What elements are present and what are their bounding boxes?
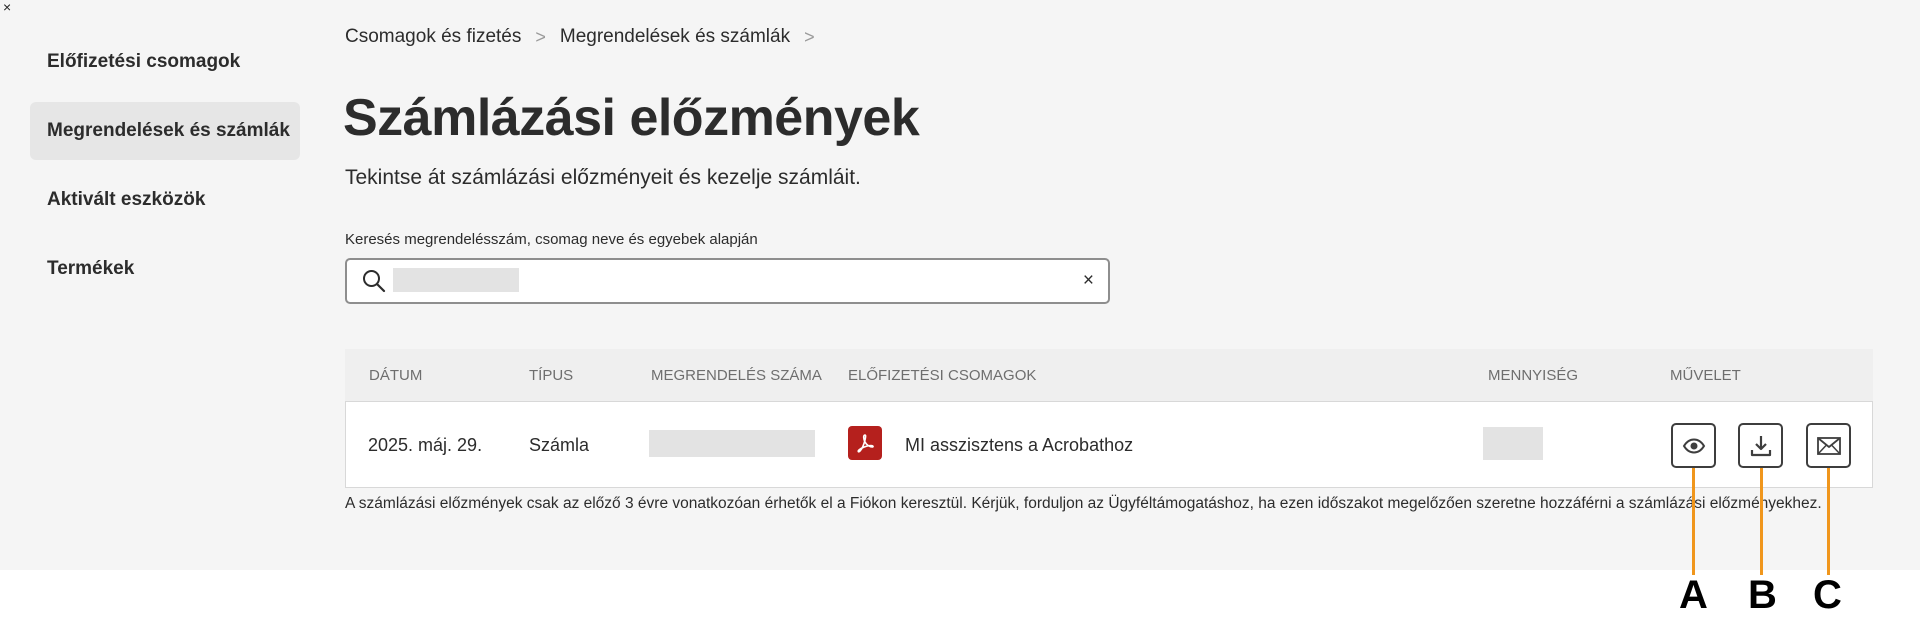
breadcrumb-link-plans-payment[interactable]: Csomagok és fizetés — [345, 26, 521, 48]
breadcrumb-link-orders-invoices[interactable]: Megrendelések és számlák — [560, 26, 790, 48]
callout-label-c: C — [1813, 573, 1842, 617]
download-invoice-button[interactable] — [1738, 423, 1783, 468]
sidebar-item-products[interactable]: Termékek — [30, 240, 300, 298]
callout-label-b: B — [1748, 573, 1777, 617]
eye-icon — [1682, 437, 1705, 454]
sidebar-item-label: Előfizetési csomagok — [47, 51, 241, 72]
acrobat-pdf-icon — [848, 426, 882, 460]
table-row: 2025. máj. 29. Számla MI asszisztens a A… — [345, 401, 1873, 488]
envelope-icon — [1816, 436, 1841, 455]
page-title: Számlázási előzmények — [343, 89, 920, 147]
breadcrumb: Csomagok és fizetés > Megrendelések és s… — [345, 26, 829, 48]
page-subtitle: Tekintse át számlázási előzményeit és ke… — [345, 166, 861, 189]
column-header-action: MŰVELET — [1670, 367, 1741, 384]
cell-product-name: MI asszisztens a Acrobathoz — [905, 435, 1134, 455]
email-invoice-button[interactable] — [1806, 423, 1851, 468]
column-header-date: DÁTUM — [369, 367, 423, 384]
column-header-order-number: MEGRENDELÉS SZÁMA — [651, 367, 822, 384]
sidebar-item-label: Aktivált eszközök — [47, 189, 206, 210]
close-icon[interactable]: × — [3, 0, 11, 14]
sidebar-item-label: Termékek — [47, 258, 135, 279]
callout-line-c — [1827, 468, 1830, 575]
history-footnote: A számlázási előzmények csak az előző 3 … — [345, 495, 1822, 512]
cell-order-number-redacted — [649, 430, 815, 457]
search-input[interactable] — [393, 268, 519, 292]
sidebar-item-subscription-plans[interactable]: Előfizetési csomagok — [30, 33, 300, 91]
table-header: DÁTUM TÍPUS MEGRENDELÉS SZÁMA ELŐFIZETÉS… — [345, 349, 1873, 401]
chevron-right-icon: > — [535, 26, 546, 47]
sidebar-item-activated-devices[interactable]: Aktivált eszközök — [30, 171, 300, 229]
clear-search-icon[interactable]: × — [1083, 269, 1094, 293]
sidebar-item-orders-invoices[interactable]: Megrendelések és számlák — [30, 102, 300, 160]
search-field[interactable]: × — [345, 258, 1110, 304]
column-header-type: TÍPUS — [529, 367, 574, 384]
page-background: × Előfizetési csomagok Megrendelések és … — [0, 0, 1920, 570]
column-header-subscription-plans: ELŐFIZETÉSI CSOMAGOK — [848, 367, 1037, 384]
cell-type: Számla — [529, 435, 590, 455]
download-icon — [1750, 435, 1771, 456]
chevron-right-icon: > — [804, 26, 815, 47]
cell-date: 2025. máj. 29. — [368, 435, 483, 455]
sidebar-item-label: Megrendelések és számlák — [47, 120, 290, 141]
callout-line-b — [1760, 468, 1763, 575]
cell-quantity-redacted — [1483, 427, 1543, 460]
search-icon — [363, 270, 386, 293]
view-invoice-button[interactable] — [1671, 423, 1716, 468]
column-header-quantity: MENNYISÉG — [1488, 367, 1579, 384]
callout-label-a: A — [1679, 573, 1708, 617]
callout-line-a — [1692, 468, 1695, 575]
search-label: Keresés megrendelésszám, csomag neve és … — [345, 231, 758, 248]
